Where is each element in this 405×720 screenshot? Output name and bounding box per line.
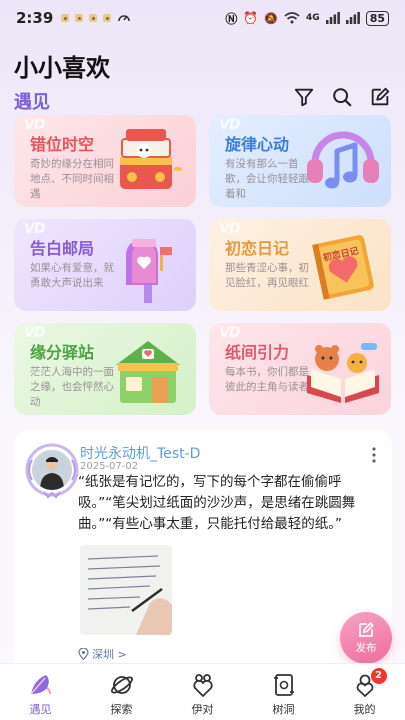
card-desc: 那些青涩心事，初见脸红，再见眼红 <box>225 262 309 289</box>
nav-item-wode[interactable]: 我的 2 <box>324 664 405 720</box>
nav-item-tansuo[interactable]: 探索 <box>81 664 162 720</box>
card-xuanlv-xindong[interactable]: VD 旋律心动 有没有那么一首歌，会让你轻轻跟着和 <box>209 115 391 207</box>
signal-icon <box>325 12 340 24</box>
speedometer-icon <box>118 15 131 22</box>
post-text: “纸张是有记忆的，写下的每个字都在偷偷呼吸。”“笔尖划过纸面的沙沙声，是思绪在跳… <box>78 474 356 532</box>
avatar[interactable] <box>22 440 82 500</box>
publish-button[interactable]: 发布 <box>340 612 392 664</box>
scroll-icon <box>273 674 294 696</box>
feather-icon <box>29 675 51 695</box>
notification-badge: 2 <box>370 668 387 684</box>
wifi-icon <box>284 12 300 24</box>
card-chulian-riji[interactable]: VD 初恋日记 那些青涩心事，初见脸红，再见眼红 初恋日记 <box>209 219 391 311</box>
nav-label: 树洞 <box>272 703 295 716</box>
nav-item-yidui[interactable]: 伊对 <box>162 664 243 720</box>
headphones-icon <box>307 131 379 189</box>
card-yuanfen-yizhan[interactable]: VD 缘分驿站 茫茫人海中的一面之缘，也会怦然心动 <box>14 323 196 415</box>
notification-dot-icon <box>89 14 98 22</box>
publish-button-label: 发布 <box>355 642 377 654</box>
app-title: 小小喜欢 <box>14 54 110 82</box>
open-book-icon <box>307 343 379 403</box>
post-date: 2025-07-02 <box>80 461 139 472</box>
card-title: 旋律心动 <box>225 135 290 154</box>
location-pin-icon <box>78 648 89 660</box>
notification-dot-icon <box>103 14 112 22</box>
status-time: 2:39 <box>16 9 54 27</box>
card-desc: 茫茫人海中的一面之缘，也会怦然心动 <box>30 366 114 408</box>
card-title: 告白邮局 <box>30 239 95 258</box>
card-title: 缘分驿站 <box>30 343 95 362</box>
status-right: Ⓝ ⏰ 🔕 4G 85 <box>225 10 389 27</box>
bottom-nav: 遇见 探索 伊对 树洞 我的 2 <box>0 663 405 720</box>
nfc-icon: Ⓝ <box>225 11 238 26</box>
music-box-icon <box>120 129 182 189</box>
card-zhijian-yinli[interactable]: VD 纸间引力 每本书，你们都是彼此的主角与读者 <box>209 323 391 415</box>
planet-icon <box>110 676 133 694</box>
card-cuowei-shikong[interactable]: VD 错位时空 奇妙的缘分在相同地点、不同时间相遇 <box>14 115 196 207</box>
card-desc: 奇妙的缘分在相同地点、不同时间相遇 <box>30 158 114 200</box>
post-username[interactable]: 时光永动机_Test-D <box>80 443 200 463</box>
card-title: 纸间引力 <box>225 343 290 362</box>
notification-dot-icon <box>75 14 84 22</box>
notification-dot-icon <box>61 14 70 22</box>
nav-label: 伊对 <box>191 703 214 716</box>
status-bar: 2:39 Ⓝ ⏰ 🔕 4G 85 <box>0 0 405 36</box>
mute-icon: 🔕 <box>264 11 279 25</box>
nav-label: 探索 <box>110 703 133 716</box>
post-card[interactable]: 时光永动机_Test-D 2025-07-02 “纸张是有记忆的，写下的每个字都… <box>14 430 392 670</box>
nav-item-yujian[interactable]: 遇见 <box>0 664 81 720</box>
station-house-icon <box>116 341 180 403</box>
card-title: 初恋日记 <box>225 239 290 258</box>
nav-label: 我的 <box>353 703 376 716</box>
more-options-icon[interactable] <box>370 446 378 464</box>
couple-heart-icon <box>192 674 213 697</box>
section-title: 遇见 <box>14 92 50 113</box>
card-gaobai-youju[interactable]: VD 告白邮局 如果心有爱意，就勇敢大声说出来 <box>14 219 196 311</box>
search-icon[interactable] <box>331 86 353 108</box>
diary-book-icon: 初恋日记 <box>312 235 374 300</box>
notification-icons <box>61 11 131 25</box>
card-desc: 如果心有爱意，就勇敢大声说出来 <box>30 262 114 289</box>
filter-icon[interactable] <box>293 86 315 108</box>
header-actions <box>293 86 391 108</box>
nav-item-shudong[interactable]: 树洞 <box>243 664 324 720</box>
edit-icon <box>359 622 374 637</box>
alarm-icon: ⏰ <box>243 11 259 25</box>
post-location[interactable]: 深圳 > <box>78 646 127 662</box>
post-location-label: 深圳 > <box>92 648 127 661</box>
mailbox-icon <box>126 239 172 303</box>
nav-label: 遇见 <box>29 703 52 716</box>
edit-icon[interactable] <box>369 86 391 108</box>
post-image[interactable] <box>80 545 172 635</box>
card-title: 错位时空 <box>30 135 95 154</box>
signal-icon <box>345 12 360 24</box>
battery-icon: 85 <box>365 10 389 26</box>
card-desc: 有没有那么一首歌，会让你轻轻跟着和 <box>225 158 309 200</box>
network-label: 4G <box>306 13 320 23</box>
card-desc: 每本书，你们都是彼此的主角与读者 <box>225 366 309 393</box>
